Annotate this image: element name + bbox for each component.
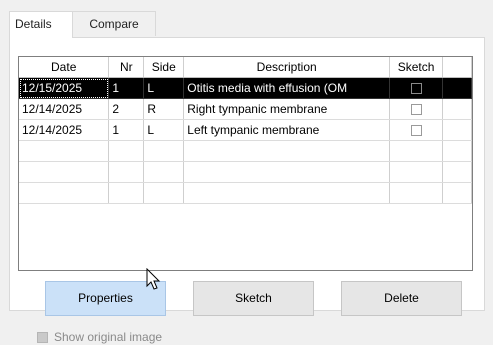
cell-date bbox=[19, 182, 110, 204]
cell-side bbox=[143, 161, 185, 183]
cell-nr: 1 bbox=[108, 119, 145, 141]
table-row[interactable] bbox=[19, 161, 472, 183]
cell-filler bbox=[442, 119, 472, 141]
cell-description: Right tympanic membrane bbox=[183, 98, 391, 120]
cell-side: L bbox=[143, 119, 185, 141]
cell-nr bbox=[108, 140, 145, 162]
findings-table: Date Nr Side Description Sketch 12/15/20… bbox=[19, 57, 472, 204]
cell-date: 12/14/2025 bbox=[19, 98, 110, 120]
cell-nr: 2 bbox=[108, 98, 145, 120]
cell-nr bbox=[108, 182, 145, 204]
cell-description: Otitis media with effusion (OM bbox=[183, 77, 391, 99]
cell-side bbox=[143, 182, 185, 204]
column-header-side[interactable]: Side bbox=[143, 57, 185, 78]
cell-side: L bbox=[143, 77, 185, 99]
table-row[interactable] bbox=[19, 140, 472, 162]
cell-description: Left tympanic membrane bbox=[183, 119, 391, 141]
sketch-checkbox[interactable] bbox=[410, 83, 422, 95]
column-header-sketch[interactable]: Sketch bbox=[389, 57, 444, 78]
cell-side: R bbox=[143, 98, 185, 120]
sketch-checkbox[interactable] bbox=[410, 104, 422, 116]
table-row[interactable]: 12/15/2025 1 L Otitis media with effusion (… bbox=[19, 77, 472, 99]
column-header-date[interactable]: Date bbox=[19, 57, 110, 78]
checkbox-box bbox=[37, 332, 48, 343]
cell-sketch bbox=[389, 98, 444, 120]
cell-filler bbox=[442, 140, 472, 162]
cell-side bbox=[143, 140, 185, 162]
cell-description bbox=[183, 140, 391, 162]
show-original-image-label: Show original image bbox=[54, 330, 163, 344]
sketch-checkbox[interactable] bbox=[410, 125, 422, 137]
cell-filler bbox=[442, 182, 472, 204]
cell-sketch bbox=[389, 161, 444, 183]
cell-filler bbox=[442, 77, 472, 99]
cell-date: 12/14/2025 bbox=[19, 119, 110, 141]
mouse-cursor-icon bbox=[146, 268, 161, 290]
cell-sketch bbox=[389, 182, 444, 204]
findings-grid[interactable]: Date Nr Side Description Sketch 12/15/20… bbox=[18, 56, 473, 271]
details-panel: Date Nr Side Description Sketch 12/15/20… bbox=[9, 37, 485, 344]
column-header-description[interactable]: Description bbox=[183, 57, 391, 78]
table-row[interactable]: 12/14/2025 2 R Right tympanic membrane bbox=[19, 98, 472, 120]
tab-strip: Details Compare bbox=[9, 11, 485, 38]
cell-sketch bbox=[389, 140, 444, 162]
column-header-filler bbox=[442, 57, 472, 78]
cell-sketch bbox=[389, 77, 444, 99]
cell-date bbox=[19, 161, 110, 183]
cell-sketch bbox=[389, 119, 444, 141]
cell-filler bbox=[442, 98, 472, 120]
cell-date bbox=[19, 140, 110, 162]
cell-filler bbox=[442, 161, 472, 183]
tab-details[interactable]: Details bbox=[9, 11, 73, 38]
table-row[interactable]: 12/14/2025 1 L Left tympanic membrane bbox=[19, 119, 472, 141]
cell-description bbox=[183, 182, 391, 204]
cell-date: 12/15/2025 bbox=[19, 77, 110, 99]
table-row[interactable] bbox=[19, 182, 472, 204]
cell-nr: 1 bbox=[108, 77, 145, 99]
show-original-image-checkbox[interactable]: Show original image bbox=[37, 329, 162, 345]
cell-description bbox=[183, 161, 391, 183]
header-row: Date Nr Side Description Sketch bbox=[19, 57, 472, 78]
tab-compare[interactable]: Compare bbox=[72, 11, 156, 36]
column-header-nr[interactable]: Nr bbox=[108, 57, 145, 78]
cell-nr bbox=[108, 161, 145, 183]
